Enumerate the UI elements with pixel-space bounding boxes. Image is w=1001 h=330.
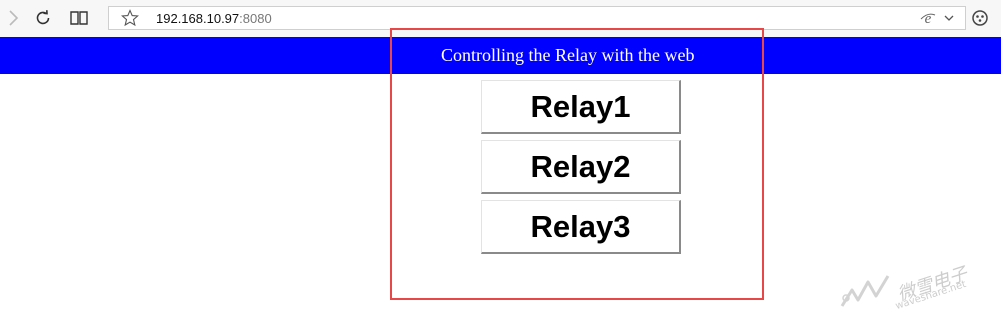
url-host: 192.168.10.97 [156, 11, 240, 26]
refresh-button[interactable] [30, 6, 56, 30]
url-port: :8080 [239, 11, 272, 26]
relay2-button[interactable]: Relay2 [481, 140, 681, 194]
favorite-star-icon[interactable] [121, 9, 139, 27]
forward-icon [9, 10, 19, 26]
url-text[interactable]: 192.168.10.97:8080 [156, 11, 272, 26]
waveshare-watermark: 微雪电子 waveshare.net [836, 263, 986, 313]
relay1-button[interactable]: Relay1 [481, 80, 681, 134]
reading-view-button[interactable] [66, 6, 92, 30]
refresh-icon [36, 10, 50, 25]
page-title: Controlling the Relay with the web [441, 45, 695, 65]
chevron-down-icon[interactable] [943, 12, 955, 24]
extension-icon [972, 10, 988, 26]
reading-view-icon [70, 11, 88, 25]
page-banner: Controlling the Relay with the web [0, 37, 1001, 74]
relay3-button[interactable]: Relay3 [481, 200, 681, 254]
address-bar[interactable]: 192.168.10.97:8080 e [108, 6, 966, 30]
waveshare-logo-icon [840, 275, 890, 307]
svg-text:e: e [925, 11, 932, 27]
browser-toolbar: 192.168.10.97:8080 e [0, 0, 1001, 38]
forward-button[interactable] [0, 6, 26, 30]
extension-button[interactable] [970, 8, 990, 28]
ie-mode-icon[interactable]: e [919, 9, 937, 27]
